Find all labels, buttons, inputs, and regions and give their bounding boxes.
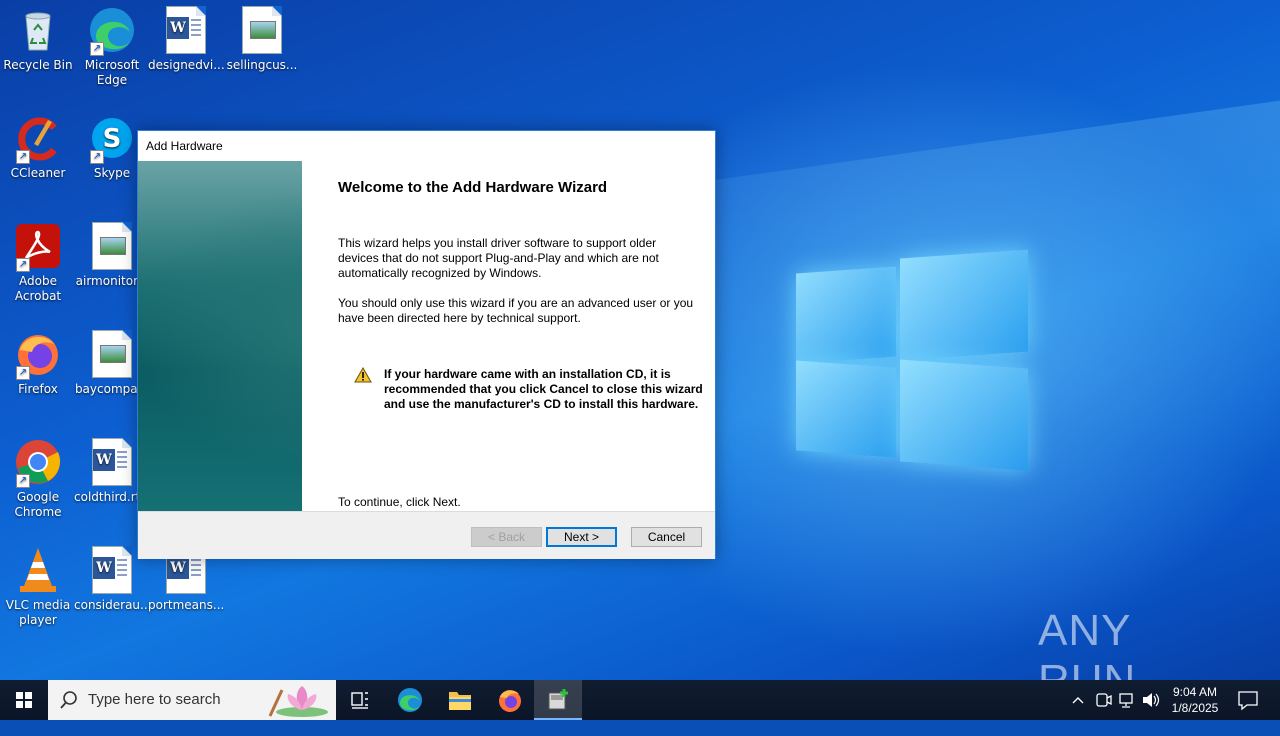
next-button[interactable]: Next > bbox=[546, 527, 617, 547]
start-button[interactable] bbox=[0, 680, 48, 720]
anyrun-watermark: ANY RUN bbox=[1038, 606, 1135, 680]
search-placeholder: Type here to search bbox=[88, 691, 221, 708]
warning-icon bbox=[354, 366, 372, 383]
windows-start-icon bbox=[16, 692, 32, 708]
task-view-icon bbox=[351, 692, 368, 709]
folder-icon bbox=[449, 692, 471, 710]
image-file-icon bbox=[88, 222, 136, 270]
icon-label: portmeans... bbox=[148, 598, 225, 612]
shortcut-arrow-icon: ↗ bbox=[16, 258, 30, 272]
icon-label: designedvi... bbox=[148, 58, 225, 72]
icon-label: Adobe Acrobat bbox=[14, 274, 62, 303]
taskbar-file-explorer-button[interactable] bbox=[436, 680, 484, 720]
desktop-icon-microsoft-edge[interactable]: ↗ Microsoft Edge bbox=[74, 6, 150, 88]
adobe-acrobat-icon: ↗ bbox=[14, 222, 62, 272]
add-hardware-wizard-dialog: Add Hardware Welcome to the Add Hardware… bbox=[137, 130, 716, 559]
desktop-icon-sellingcus[interactable]: sellingcus... bbox=[224, 6, 300, 73]
windows-logo-wallpaper bbox=[796, 240, 1028, 480]
desktop: Recycle Bin ↗ CCleaner ↗ Adobe Acrobat ↗… bbox=[0, 0, 1280, 680]
shortcut-arrow-icon: ↗ bbox=[90, 150, 104, 164]
desktop-icon-vlc[interactable]: VLC media player bbox=[0, 546, 76, 628]
taskbar-edge-button[interactable] bbox=[386, 680, 434, 720]
firefox-icon: ↗ bbox=[14, 330, 62, 380]
recycle-bin-icon bbox=[14, 6, 62, 54]
back-button[interactable]: < Back bbox=[471, 527, 542, 547]
network-button[interactable] bbox=[1116, 680, 1138, 720]
wizard-button-bar: < Back Next > Cancel bbox=[138, 511, 715, 559]
add-hardware-icon bbox=[548, 689, 568, 710]
icon-label: Recycle Bin bbox=[3, 58, 73, 72]
vlc-cone-icon bbox=[14, 546, 62, 594]
taskbar-search-box[interactable]: Type here to search bbox=[48, 680, 336, 720]
show-hidden-icons-button[interactable] bbox=[1068, 680, 1088, 720]
icon-label: CCleaner bbox=[10, 166, 66, 180]
icon-label: Firefox bbox=[18, 382, 58, 396]
search-highlight-lotus-icon bbox=[262, 682, 332, 734]
desktop-icon-google-chrome[interactable]: ↗ Google Chrome bbox=[0, 438, 76, 520]
icon-label: Microsoft Edge bbox=[84, 58, 140, 87]
wizard-heading: Welcome to the Add Hardware Wizard bbox=[338, 179, 608, 196]
chevron-up-icon bbox=[1072, 697, 1084, 704]
taskbar-add-hardware-button[interactable] bbox=[534, 680, 582, 720]
wizard-intro-text: This wizard helps you install driver sof… bbox=[338, 236, 659, 280]
volume-button[interactable] bbox=[1140, 680, 1162, 720]
shortcut-arrow-icon: ↗ bbox=[90, 42, 104, 56]
edge-icon bbox=[398, 688, 422, 712]
image-file-icon bbox=[88, 330, 136, 378]
meet-now-icon bbox=[1096, 693, 1112, 707]
icon-label: considerau... bbox=[74, 598, 152, 612]
network-icon bbox=[1119, 693, 1133, 708]
image-file-icon bbox=[238, 6, 286, 54]
word-document-icon: W bbox=[162, 6, 210, 54]
shortcut-arrow-icon: ↗ bbox=[16, 474, 30, 488]
chrome-icon: ↗ bbox=[14, 438, 62, 488]
meet-now-button[interactable] bbox=[1092, 680, 1114, 720]
word-document-icon: W bbox=[88, 438, 136, 486]
desktop-icon-designedvi[interactable]: W designedvi... bbox=[148, 6, 225, 73]
shortcut-arrow-icon: ↗ bbox=[16, 366, 30, 380]
warning-text: If your hardware came with an installati… bbox=[384, 367, 703, 411]
desktop-icon-recycle-bin[interactable]: Recycle Bin bbox=[0, 6, 76, 73]
clock-time: 9:04 AM bbox=[1172, 685, 1218, 699]
taskbar-firefox-button[interactable] bbox=[486, 680, 534, 720]
action-center-button[interactable] bbox=[1232, 680, 1264, 720]
continue-instruction: To continue, click Next. bbox=[338, 495, 461, 509]
clock-date: 1/8/2025 bbox=[1171, 701, 1219, 715]
icon-label: Google Chrome bbox=[14, 490, 62, 519]
shortcut-arrow-icon: ↗ bbox=[16, 150, 30, 164]
search-icon bbox=[60, 680, 78, 736]
skype-icon: S ↗ bbox=[88, 114, 136, 164]
speaker-icon bbox=[1143, 693, 1160, 707]
icon-label: sellingcus... bbox=[226, 58, 298, 72]
notification-icon bbox=[1238, 691, 1258, 711]
wizard-advanced-user-text: You should only use this wizard if you a… bbox=[338, 296, 694, 325]
firefox-icon bbox=[499, 690, 521, 712]
ccleaner-icon: ↗ bbox=[14, 114, 62, 164]
task-view-button[interactable] bbox=[336, 680, 384, 720]
svg-text:S: S bbox=[103, 124, 122, 154]
cancel-button[interactable]: Cancel bbox=[631, 527, 702, 547]
edge-icon: ↗ bbox=[88, 6, 136, 56]
desktop-icon-ccleaner[interactable]: ↗ CCleaner bbox=[0, 114, 76, 181]
clock-button[interactable]: 9:04 AM 1/8/2025 bbox=[1166, 680, 1224, 720]
desktop-icon-firefox[interactable]: ↗ Firefox bbox=[0, 330, 76, 397]
wizard-content: Welcome to the Add Hardware Wizard This … bbox=[338, 161, 703, 509]
icon-label: VLC media player bbox=[5, 598, 71, 627]
wizard-banner-image bbox=[138, 161, 302, 511]
dialog-title: Add Hardware bbox=[138, 131, 715, 161]
taskbar: Type here to search 9:04 AM 1/8/2025 bbox=[0, 680, 1280, 720]
desktop-icon-adobe-acrobat[interactable]: ↗ Adobe Acrobat bbox=[0, 222, 76, 304]
word-document-icon: W bbox=[88, 546, 136, 594]
